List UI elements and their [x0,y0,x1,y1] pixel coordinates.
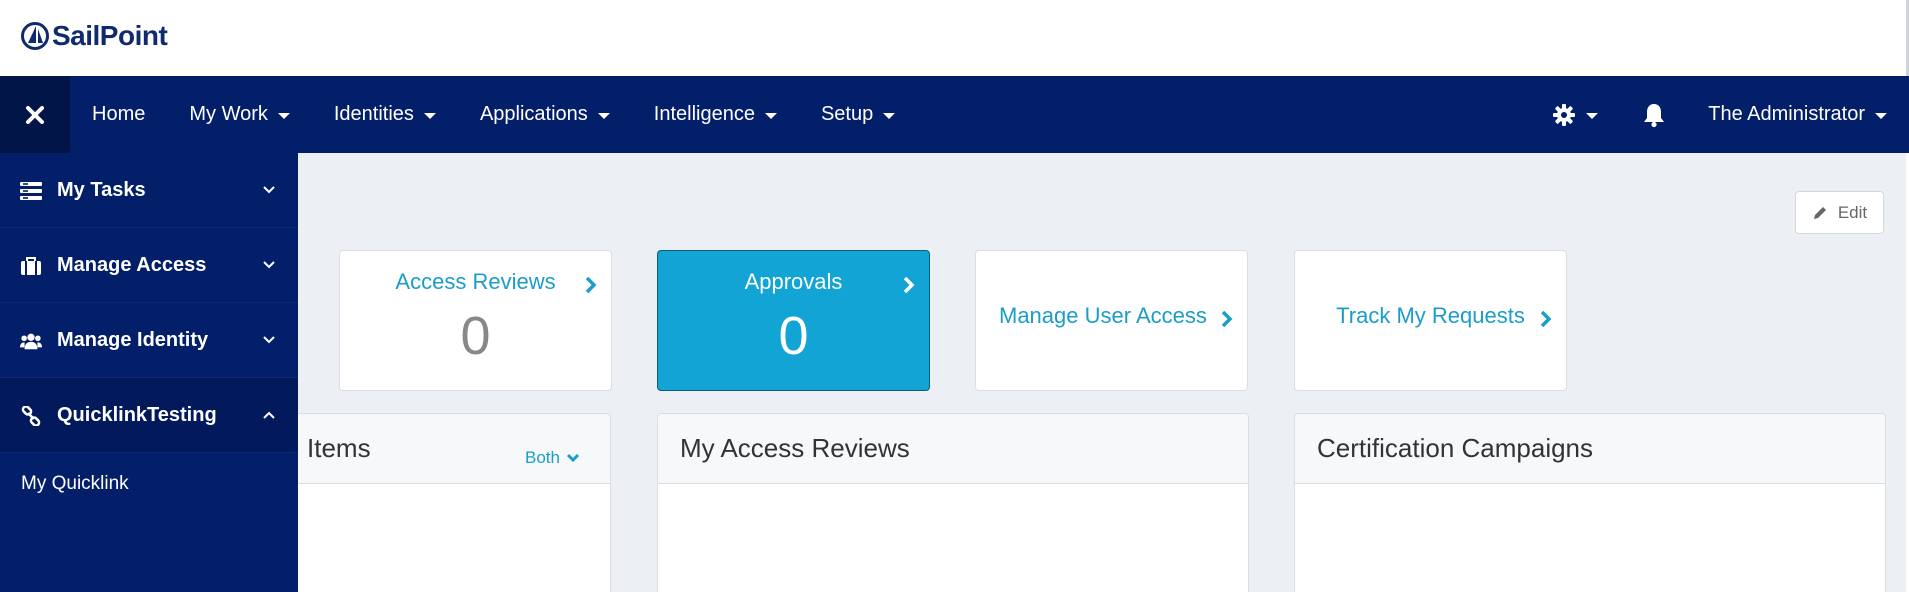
caret-down-icon [423,112,436,119]
main-navbar: Home My Work Identities Applications Int… [0,76,1909,153]
sailpoint-logo-icon [21,22,49,50]
sidebar-subitem-label: My Quicklink [21,473,129,494]
sailpoint-logo[interactable]: SailPoint [20,20,168,52]
chevron-down-icon [263,336,275,344]
nav-identities-label: Identities [333,103,414,125]
sidebar-item-label: QuicklinkTesting [57,403,217,426]
edit-button-label: Edit [1837,202,1868,222]
caret-down-icon [764,112,777,119]
tile-title: Track My Requests [1336,303,1525,328]
panel-header: Certification Campaigns [1295,414,1885,484]
chevron-down-icon [566,453,580,463]
chevron-down-icon [263,261,275,269]
sidebar-item-manage-access[interactable]: Manage Access [0,228,298,303]
gear-icon [1553,103,1576,126]
sidebar-item-label: Manage Identity [57,328,209,351]
notifications-button[interactable] [1620,102,1688,128]
chevron-right-icon [903,276,915,294]
sidebar-item-quicklinktesting[interactable]: QuicklinkTesting [0,378,298,453]
tile-title: Approvals [744,269,843,294]
link-icon [20,406,42,426]
quicklink-sidebar: My Tasks Manage Access Manage Identity Q… [0,153,298,592]
user-name: The Administrator [1708,103,1865,125]
caret-down-icon [1875,112,1887,119]
sidebar-item-label: Manage Access [57,253,207,276]
brand-name: SailPoint [52,20,168,51]
filter-label: Both [525,448,560,467]
tasks-icon [20,181,42,201]
nav-my-work-label: My Work [189,103,268,125]
sidebar-subitem-my-quicklink[interactable]: My Quicklink [0,453,298,515]
sidebar-item-label: My Tasks [57,178,146,201]
chevron-up-icon [263,411,275,419]
users-icon [20,331,42,351]
filter-dropdown[interactable]: Both [525,448,580,468]
nav-applications-label: Applications [479,103,588,125]
caret-down-icon [1586,112,1599,119]
nav-setup[interactable]: Setup [799,103,917,126]
panel-my-access-reviews: My Access Reviews [657,413,1249,592]
panel-header: Items Both [297,414,610,484]
tile-title: Access Reviews [395,269,556,294]
nav-my-work[interactable]: My Work [167,103,312,126]
tile-track-my-requests[interactable]: Track My Requests [1294,250,1567,391]
tile-manage-user-access[interactable]: Manage User Access [975,250,1248,391]
panel-title: Items [307,433,371,463]
settings-menu-button[interactable] [1530,103,1620,127]
tile-count: 0 [778,306,809,366]
nav-intelligence-label: Intelligence [653,103,755,125]
caret-down-icon [277,112,290,119]
pencil-icon [1813,206,1826,219]
nav-identities[interactable]: Identities [312,103,458,126]
tile-access-reviews[interactable]: Access Reviews 0 [339,250,612,391]
nav-home[interactable]: Home [70,103,167,126]
sidebar-item-manage-identity[interactable]: Manage Identity [0,303,298,378]
edit-button[interactable]: Edit [1795,191,1884,234]
nav-applications[interactable]: Applications [458,103,632,126]
close-menu-button[interactable] [0,76,70,153]
nav-setup-label: Setup [820,103,874,125]
caret-down-icon [597,112,610,119]
user-menu[interactable]: The Administrator [1688,103,1909,126]
sidebar-item-my-tasks[interactable]: My Tasks [0,153,298,228]
close-icon [26,105,44,124]
briefcase-icon [20,256,42,276]
chevron-right-icon [585,276,597,294]
bell-icon [1644,103,1665,127]
header-logo-bar: SailPoint [0,0,1909,76]
caret-down-icon [883,112,896,119]
nav-home-label: Home [92,103,146,125]
panel-header: My Access Reviews [658,414,1248,484]
chevron-right-icon [1221,310,1233,328]
tile-approvals[interactable]: Approvals 0 [657,250,930,391]
panel-title: My Access Reviews [680,433,910,463]
chevron-down-icon [263,186,275,194]
panel-title: Certification Campaigns [1317,433,1594,463]
chevron-right-icon [1540,310,1552,328]
tile-count: 0 [460,306,491,366]
nav-intelligence[interactable]: Intelligence [632,103,799,126]
panel-certification-campaigns: Certification Campaigns [1294,413,1886,592]
panel-items: Items Both [296,413,611,592]
